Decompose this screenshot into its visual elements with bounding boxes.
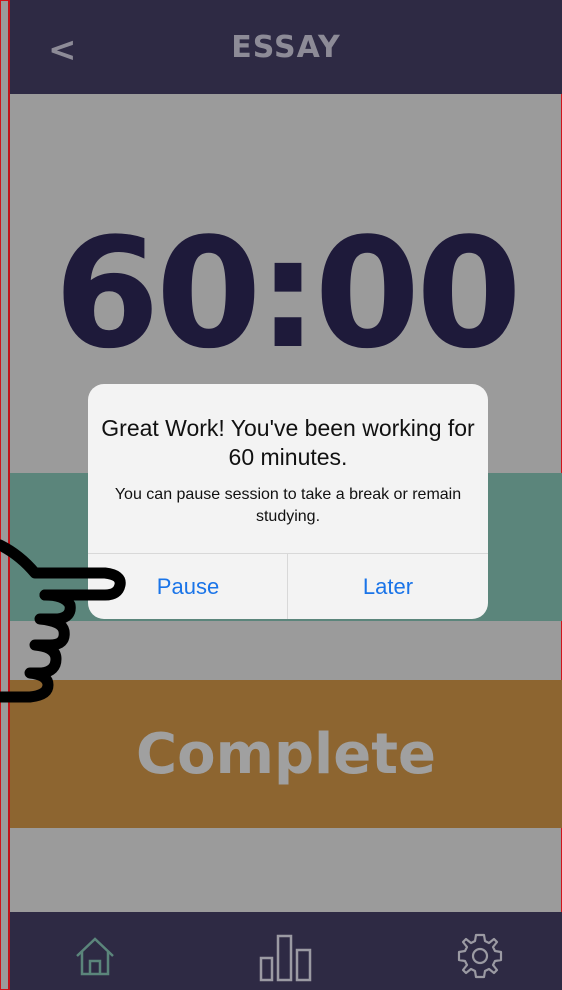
tab-bar [10, 912, 562, 990]
alert-title: Great Work! You've been working for 60 m… [101, 415, 475, 470]
timer-display: 60:00 [54, 205, 522, 382]
complete-label: Complete [136, 721, 436, 787]
header-bar: < ESSAY [10, 0, 562, 94]
alert-dialog: Great Work! You've been working for 60 m… [88, 384, 488, 619]
stats-icon[interactable] [258, 932, 316, 982]
gear-icon[interactable] [456, 932, 504, 980]
home-icon[interactable] [72, 934, 118, 980]
pointing-hand-icon [0, 539, 126, 703]
alert-message: You can pause session to take a break or… [114, 486, 462, 525]
later-button[interactable]: Later [288, 554, 488, 619]
page-title: ESSAY [231, 30, 341, 65]
